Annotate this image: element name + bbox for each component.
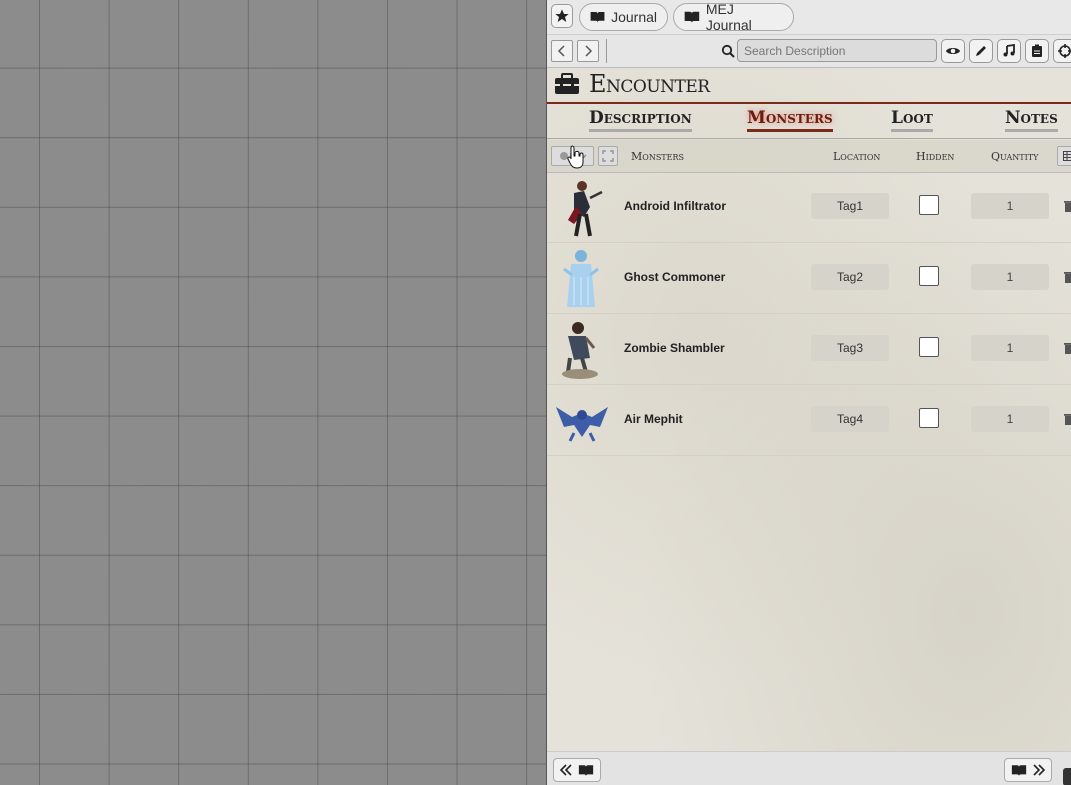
tab-journal-label: Journal xyxy=(611,9,657,25)
section-tabs: Description Monsters Loot Notes xyxy=(547,104,1071,139)
book-open-icon xyxy=(684,11,700,23)
hidden-checkbox[interactable] xyxy=(919,408,939,428)
star-icon xyxy=(555,9,569,22)
double-chevron-right-icon xyxy=(1033,764,1045,776)
resize-handle[interactable] xyxy=(1063,768,1071,785)
target-button[interactable] xyxy=(1053,39,1071,63)
previous-page-button[interactable] xyxy=(553,758,601,782)
tab-loot[interactable]: Loot xyxy=(891,108,933,132)
hidden-checkbox[interactable] xyxy=(919,337,939,357)
location-tag[interactable]: Tag2 xyxy=(811,264,889,290)
table-icon xyxy=(1063,151,1071,161)
ghost-commoner-portrait xyxy=(563,250,599,307)
forward-button[interactable] xyxy=(577,40,599,62)
trash-icon[interactable] xyxy=(1064,271,1071,283)
back-button[interactable] xyxy=(551,40,573,62)
crosshair-icon xyxy=(1058,44,1071,58)
expand-button[interactable] xyxy=(598,146,618,166)
location-tag[interactable]: Tag3 xyxy=(811,335,889,361)
table-view-button[interactable] xyxy=(1057,146,1071,166)
monster-row[interactable]: Zombie Shambler Tag3 1 xyxy=(547,314,1071,385)
journal-tabbar: Journal MEJ Journal xyxy=(547,0,1071,35)
monster-row[interactable]: Air Mephit Tag4 1 xyxy=(547,385,1071,456)
book-open-icon xyxy=(590,11,605,23)
monster-name[interactable]: Android Infiltrator xyxy=(624,199,726,213)
location-tag[interactable]: Tag1 xyxy=(811,193,889,219)
column-header-hidden: Hidden xyxy=(916,150,955,163)
double-chevron-left-icon xyxy=(560,764,572,776)
quantity-input[interactable]: 1 xyxy=(971,193,1049,219)
monster-list-header: Monsters Location Hidden Quantity xyxy=(547,140,1071,173)
trash-icon[interactable] xyxy=(1064,200,1071,212)
pencil-icon xyxy=(976,46,986,56)
hidden-checkbox[interactable] xyxy=(919,195,939,215)
next-page-button[interactable] xyxy=(1004,758,1052,782)
toolbar-divider xyxy=(606,39,607,63)
tab-mej-label: MEJ Journal xyxy=(705,1,752,33)
column-header-quantity: Quantity xyxy=(991,150,1039,163)
hand-cursor-icon xyxy=(567,145,584,169)
encounter-header: Encounter xyxy=(547,68,1071,104)
monster-name[interactable]: Ghost Commoner xyxy=(624,270,725,284)
music-button[interactable] xyxy=(997,39,1021,63)
search-icon xyxy=(721,44,735,58)
book-open-icon xyxy=(1011,764,1027,776)
tab-notes[interactable]: Notes xyxy=(1005,108,1058,132)
android-infiltrator-portrait xyxy=(568,181,603,237)
tab-monsters[interactable]: Monsters xyxy=(747,108,833,132)
encounter-sheet: Encounter Description Monsters Loot Note… xyxy=(547,68,1071,751)
column-header-location: Location xyxy=(833,150,881,163)
location-tag[interactable]: Tag4 xyxy=(811,406,889,432)
eye-icon xyxy=(946,48,960,54)
clipboard-button[interactable] xyxy=(1025,39,1049,63)
tab-journal[interactable]: Journal xyxy=(579,3,668,31)
chevron-right-icon xyxy=(585,45,593,57)
music-note-icon xyxy=(1003,44,1015,57)
zombie-shambler-portrait xyxy=(562,322,598,379)
tab-mej-journal[interactable]: MEJ Journal xyxy=(673,1,794,33)
tab-description[interactable]: Description xyxy=(589,108,692,132)
favorite-button[interactable] xyxy=(551,4,573,28)
expand-icon xyxy=(602,150,614,162)
hidden-checkbox[interactable] xyxy=(919,266,939,286)
journal-toolbar xyxy=(547,35,1071,68)
trash-icon[interactable] xyxy=(1064,342,1071,354)
view-button[interactable] xyxy=(941,39,965,63)
journal-footer xyxy=(547,751,1071,785)
column-header-monsters: Monsters xyxy=(631,150,684,163)
quantity-input[interactable]: 1 xyxy=(971,335,1049,361)
search-input[interactable] xyxy=(737,39,937,62)
clipboard-icon xyxy=(1032,44,1042,57)
book-open-icon xyxy=(578,764,594,776)
page-title: Encounter xyxy=(589,70,710,98)
trash-icon[interactable] xyxy=(1064,413,1071,425)
chevron-left-icon xyxy=(557,45,565,57)
quantity-input[interactable]: 1 xyxy=(971,406,1049,432)
journal-panel: Journal MEJ Journal Search Description E… xyxy=(546,0,1071,785)
air-mephit-portrait xyxy=(556,407,608,442)
monster-name[interactable]: Air Mephit xyxy=(624,412,683,426)
monster-name[interactable]: Zombie Shambler xyxy=(624,341,725,355)
monster-row[interactable]: Android Infiltrator Tag1 1 xyxy=(547,172,1071,243)
edit-button[interactable] xyxy=(969,39,993,63)
toolbox-icon xyxy=(555,73,579,94)
quantity-input[interactable]: 1 xyxy=(971,264,1049,290)
monster-row[interactable]: Ghost Commoner Tag2 1 xyxy=(547,243,1071,314)
